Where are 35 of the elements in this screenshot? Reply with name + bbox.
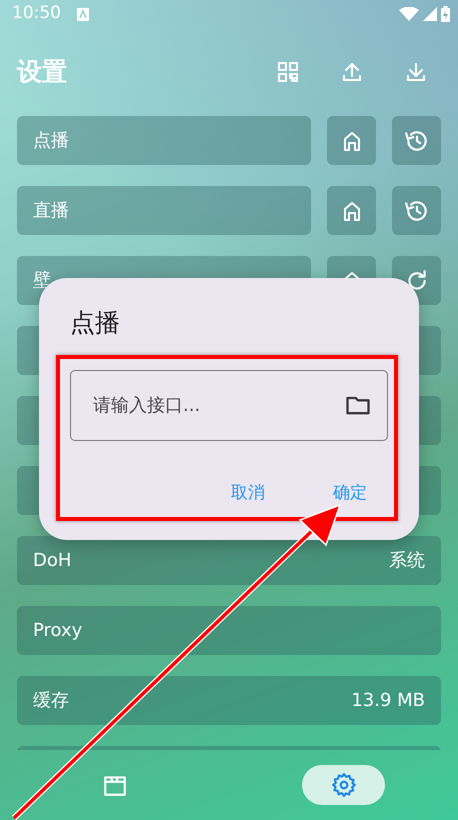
page-title: 设置 [17, 56, 67, 88]
row-label: 缓存 [33, 689, 69, 713]
url-input-field[interactable]: 请输入接口... [70, 370, 388, 441]
download-icon [404, 60, 428, 84]
row-label: Proxy [33, 619, 82, 643]
download-button[interactable] [404, 60, 428, 84]
setting-row[interactable]: Proxy [17, 606, 441, 655]
row-label: 壁 [33, 269, 51, 293]
setting-row[interactable]: DoH 系统 [17, 536, 441, 585]
status-time: 10:50 [12, 2, 61, 26]
home-button[interactable] [327, 186, 376, 235]
setting-row[interactable]: 缓存 13.9 MB [17, 676, 441, 725]
row-value: 系统 [389, 549, 425, 573]
wifi-icon [399, 7, 419, 21]
keyboard-icon [77, 8, 89, 20]
confirm-button[interactable]: 确定 [327, 477, 373, 510]
row-label: DoH [33, 549, 72, 573]
upload-icon [340, 60, 364, 84]
row-label: 点播 [33, 129, 69, 153]
row-value: 13.9 MB [351, 689, 425, 713]
setting-row[interactable]: 点播 [17, 116, 311, 165]
cancel-button[interactable]: 取消 [225, 477, 271, 510]
settings-icon [330, 772, 356, 798]
home-button[interactable] [327, 116, 376, 165]
row-label: 直播 [33, 199, 69, 223]
history-button[interactable] [392, 186, 441, 235]
upload-button[interactable] [340, 60, 364, 84]
dialog-title: 点播 [70, 308, 121, 338]
history-button[interactable] [392, 116, 441, 165]
scan-button[interactable] [276, 60, 300, 84]
qr-code-icon [276, 60, 300, 84]
signal-icon [423, 7, 437, 21]
battery-icon [441, 6, 450, 22]
setting-row[interactable]: 直播 [17, 186, 311, 235]
settings-tab[interactable] [302, 765, 385, 805]
